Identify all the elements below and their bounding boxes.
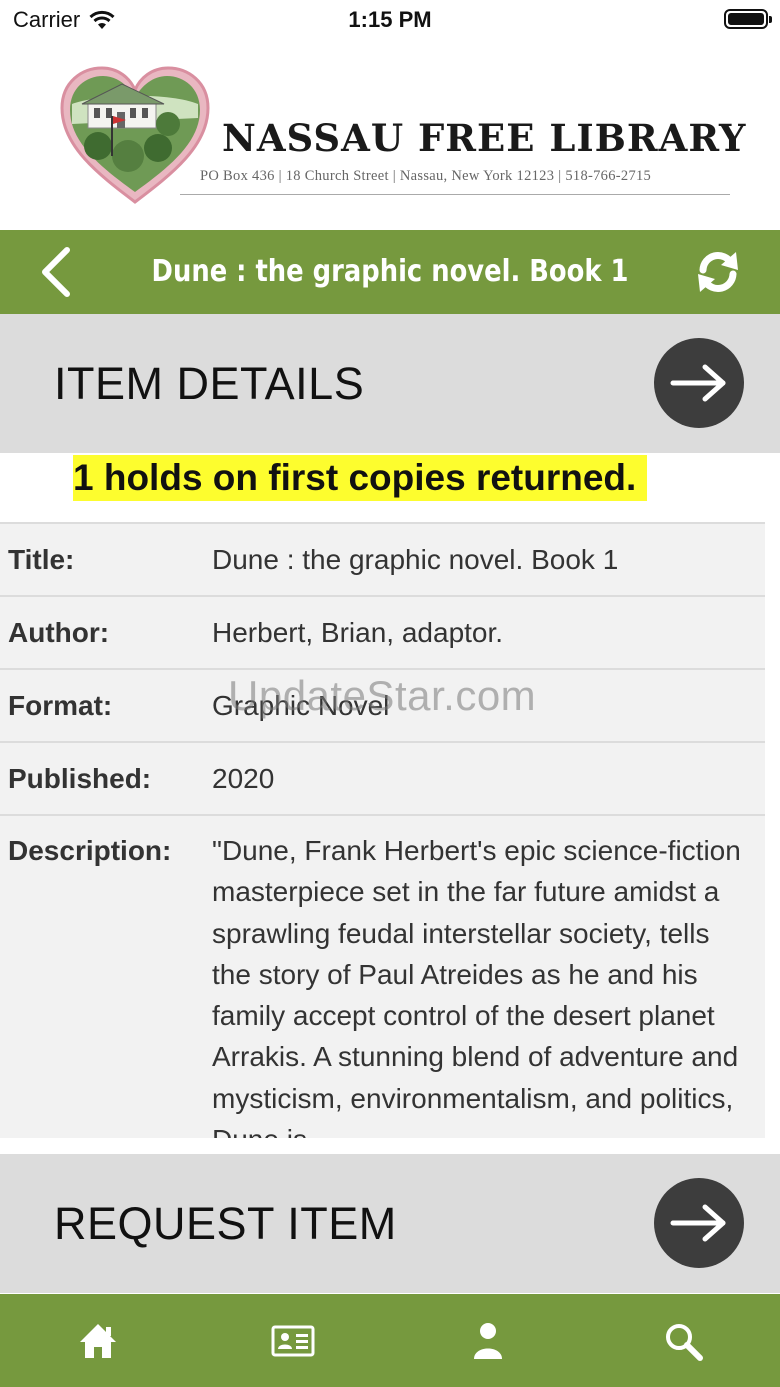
account-icon (473, 1322, 502, 1359)
library-address: PO Box 436 | 18 Church Street | Nassau, … (200, 168, 652, 184)
holds-notice: 1 holds on first copies returned. (73, 455, 648, 501)
item-details-arrow-button[interactable] (654, 338, 744, 428)
tab-bar (0, 1294, 780, 1387)
item-details-title: ITEM DETAILS (54, 358, 365, 409)
status-bar: Carrier 1:15 PM (0, 0, 780, 40)
tab-home[interactable] (0, 1294, 195, 1387)
search-icon (665, 1323, 703, 1361)
home-icon (79, 1323, 116, 1358)
arrow-right-icon (670, 1204, 726, 1242)
tab-library-card[interactable] (195, 1294, 390, 1387)
request-item-title: REQUEST ITEM (54, 1198, 397, 1249)
detail-value: Graphic Novel (212, 689, 390, 721)
detail-label: Published: (8, 762, 152, 794)
battery-icon (724, 9, 772, 29)
nav-bar: Dune : the graphic novel. Book 1 (0, 230, 780, 314)
detail-label: Title: (8, 543, 75, 575)
detail-row-title: Title: Dune : the graphic novel. Book 1 (0, 522, 765, 595)
refresh-button[interactable] (694, 248, 742, 296)
tab-search[interactable] (585, 1294, 780, 1387)
library-name: NASSAU FREE LIBRARY (222, 116, 747, 160)
refresh-icon (698, 251, 738, 293)
detail-row-published: Published: 2020 (0, 741, 765, 814)
item-details-header[interactable]: ITEM DETAILS (0, 314, 780, 453)
detail-label: Author: (8, 616, 110, 648)
request-item-header[interactable]: REQUEST ITEM (0, 1154, 780, 1293)
detail-value: 2020 (212, 762, 275, 794)
holds-area: 1 holds on first copies returned. (0, 453, 780, 523)
scroll-edge (765, 522, 780, 1138)
detail-label: Description: (8, 835, 172, 866)
logo-divider (180, 194, 730, 195)
item-details-table[interactable]: Title: Dune : the graphic novel. Book 1 … (0, 522, 765, 1138)
detail-row-author: Author: Herbert, Brian, adaptor. (0, 595, 765, 668)
page-title: Dune : the graphic novel. Book 1 (151, 254, 629, 289)
arrow-right-icon (670, 364, 726, 402)
detail-value: "Dune, Frank Herbert's epic science-fict… (212, 835, 741, 1138)
detail-label: Format: (8, 689, 113, 721)
status-time: 1:15 PM (348, 7, 432, 32)
back-button[interactable] (30, 242, 80, 302)
request-item-arrow-button[interactable] (654, 1178, 744, 1268)
detail-row-format: Format: Graphic Novel (0, 668, 765, 741)
library-heart-logo-icon (60, 66, 210, 204)
tab-account[interactable] (390, 1294, 585, 1387)
detail-value: Herbert, Brian, adaptor. (212, 616, 504, 648)
detail-value: Dune : the graphic novel. Book 1 (212, 543, 619, 575)
library-card-icon (271, 1325, 314, 1356)
detail-row-description: Description: "Dune, Frank Herbert's epic… (0, 814, 765, 1138)
chevron-left-icon (42, 247, 70, 297)
library-logo-header: NASSAU FREE LIBRARY PO Box 436 | 18 Chur… (0, 40, 780, 230)
